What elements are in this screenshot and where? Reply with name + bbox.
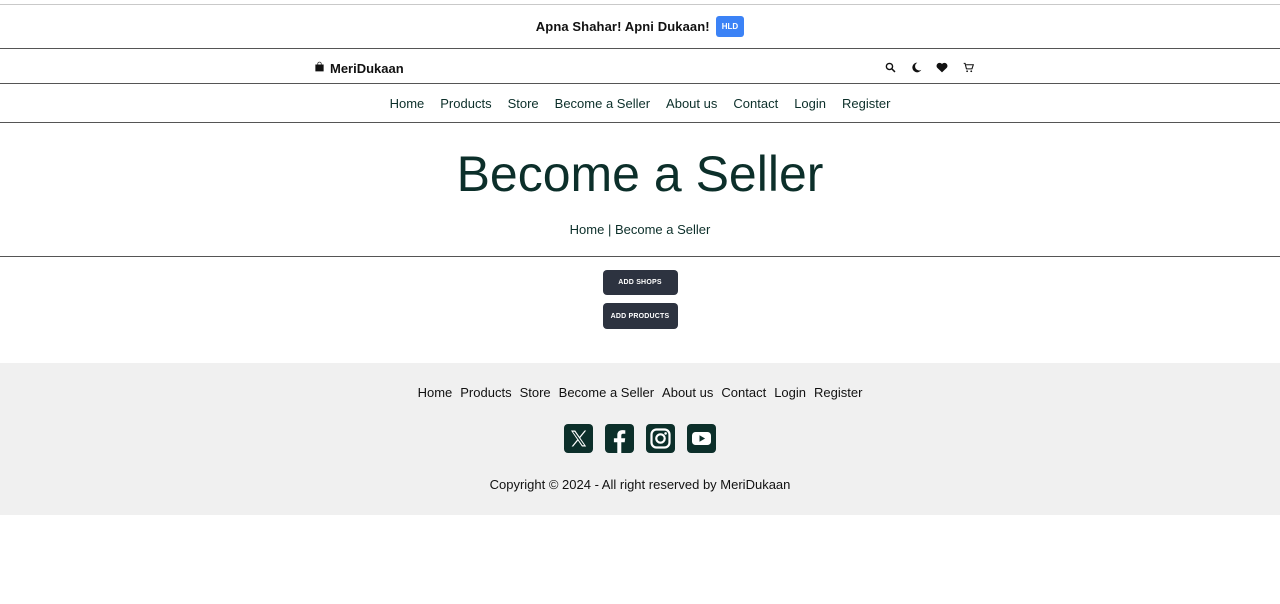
footer-nav-register[interactable]: Register: [814, 385, 862, 400]
footer-nav-become-seller[interactable]: Become a Seller: [559, 385, 654, 400]
footer-nav-store[interactable]: Store: [520, 385, 551, 400]
add-shops-button[interactable]: ADD SHOPS: [602, 270, 678, 295]
header-icons: [881, 58, 977, 76]
nav-about[interactable]: About us: [666, 96, 717, 111]
footer-nav: Home Products Store Become a Seller Abou…: [0, 385, 1280, 400]
youtube-icon[interactable]: [687, 424, 716, 453]
facebook-icon[interactable]: [605, 424, 634, 453]
nav-home[interactable]: Home: [390, 96, 425, 111]
shopping-bag-icon: [314, 59, 325, 77]
main-nav: Home Products Store Become a Seller Abou…: [0, 85, 1280, 123]
nav-login[interactable]: Login: [794, 96, 826, 111]
search-icon[interactable]: [881, 58, 899, 76]
nav-store[interactable]: Store: [508, 96, 539, 111]
x-twitter-icon[interactable]: [564, 424, 593, 453]
seller-actions: ADD SHOPS ADD PRODUCTS: [0, 270, 1280, 329]
footer-nav-login[interactable]: Login: [774, 385, 806, 400]
nav-contact[interactable]: Contact: [733, 96, 778, 111]
site-footer: Home Products Store Become a Seller Abou…: [0, 363, 1280, 515]
nav-register[interactable]: Register: [842, 96, 890, 111]
announcement-badge[interactable]: HLD: [715, 16, 745, 37]
cart-icon[interactable]: [959, 58, 977, 76]
moon-icon[interactable]: [907, 58, 925, 76]
site-header: MeriDukaan: [0, 50, 1280, 84]
brand-name: MeriDukaan: [330, 60, 404, 76]
announcement-text: Apna Shahar! Apni Dukaan!: [535, 19, 710, 34]
page-title: Become a Seller: [456, 146, 824, 202]
footer-nav-contact[interactable]: Contact: [721, 385, 766, 400]
footer-nav-products[interactable]: Products: [460, 385, 511, 400]
announcement-bar: Apna Shahar! Apni Dukaan! HLD: [0, 5, 1280, 49]
breadcrumb-separator: |: [604, 222, 615, 237]
nav-products[interactable]: Products: [440, 96, 491, 111]
add-products-button[interactable]: ADD PRODUCTS: [602, 303, 678, 329]
brand-logo[interactable]: MeriDukaan: [314, 59, 404, 77]
instagram-icon[interactable]: [646, 424, 675, 453]
footer-nav-home[interactable]: Home: [418, 385, 453, 400]
copyright-text: Copyright © 2024 - All right reserved by…: [489, 477, 791, 492]
nav-become-seller[interactable]: Become a Seller: [555, 96, 650, 111]
breadcrumb: Home | Become a Seller: [0, 222, 1280, 237]
breadcrumb-current: Become a Seller: [614, 222, 711, 237]
page-hero: Become a Seller Home | Become a Seller: [0, 124, 1280, 257]
heart-icon[interactable]: [933, 58, 951, 76]
breadcrumb-home[interactable]: Home: [570, 222, 605, 237]
footer-nav-about[interactable]: About us: [662, 385, 713, 400]
social-links: [0, 424, 1280, 453]
